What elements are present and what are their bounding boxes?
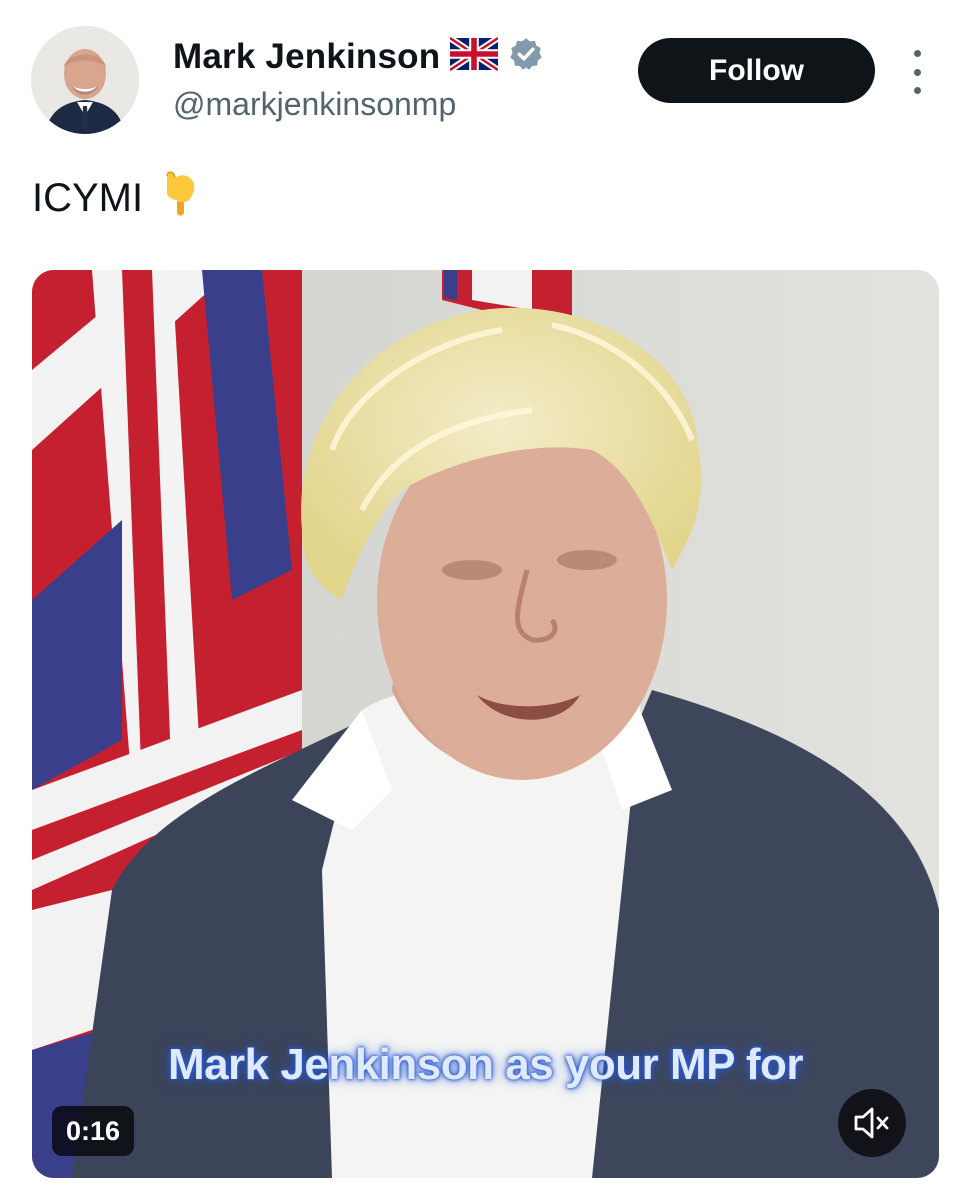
uk-flag-icon (448, 35, 501, 76)
author-name-row[interactable]: Mark Jenkinson (173, 35, 544, 77)
video-duration-badge: 0:16 (52, 1106, 135, 1156)
avatar[interactable] (31, 26, 139, 134)
avatar-image (31, 26, 139, 134)
pointing-down-emoji (157, 168, 201, 228)
more-vertical-icon[interactable] (905, 50, 929, 94)
author-handle[interactable]: @markjenkinsonmp (173, 86, 456, 123)
verified-badge-icon[interactable] (508, 36, 544, 77)
tweet-text: ICYMI (32, 168, 201, 228)
follow-button[interactable]: Follow (638, 38, 875, 103)
tweet-text-body: ICYMI (32, 175, 144, 220)
author-display-name[interactable]: Mark Jenkinson (173, 37, 440, 77)
mute-button[interactable] (838, 1089, 906, 1157)
video-subtitle: Mark Jenkinson as your MP for (167, 1040, 804, 1089)
speaker-muted-icon (854, 1107, 889, 1139)
